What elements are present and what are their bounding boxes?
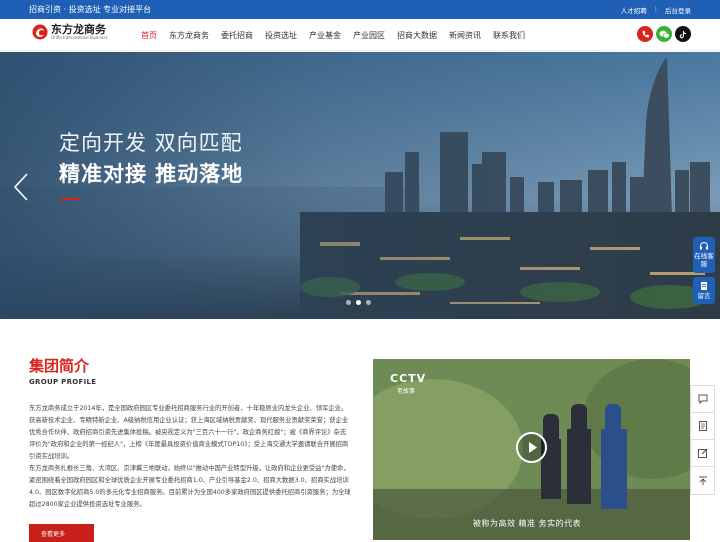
note-icon	[701, 281, 707, 290]
back-to-top-icon[interactable]	[691, 467, 714, 494]
main-nav: 东方龙商务 Oriflo International Business 首页 东…	[0, 19, 720, 51]
top-bar: 招商引资 · 投资选址 专业对接平台 人才招聘 | 后台登录	[0, 0, 720, 19]
hero-accent-line	[60, 198, 81, 200]
hero-headline-1: 定向开发 双向匹配	[59, 131, 243, 155]
top-link-separator: |	[654, 4, 657, 13]
side-toolbar	[690, 385, 715, 495]
video-caption: 被称为高效 精准 务实的代表	[473, 519, 582, 528]
nav-item-news[interactable]: 新闻资讯	[449, 19, 481, 51]
play-icon[interactable]	[516, 432, 547, 463]
carousel-dot[interactable]	[366, 300, 371, 305]
carousel-dots	[346, 300, 371, 305]
view-more-button[interactable]: 查看更多	[29, 524, 94, 542]
hero-headline-2: 精准对接 推动落地	[59, 162, 244, 186]
top-slogan: 招商引资 · 投资选址 专业对接平台	[29, 5, 152, 14]
nav-menu: 首页 东方龙商务 委托招商 投资选址 产业基金 产业园区 招商大数据 新闻资讯 …	[141, 19, 537, 51]
careers-link[interactable]: 人才招聘	[621, 5, 647, 15]
online-service-button[interactable]: 在线客服	[693, 237, 715, 273]
nav-item-big-data[interactable]: 招商大数据	[397, 19, 437, 51]
dragon-logo-icon	[32, 24, 48, 40]
nav-item-industrial-park[interactable]: 产业园区	[353, 19, 385, 51]
online-service-label: 在线客服	[694, 252, 714, 268]
message-button[interactable]: 留言	[693, 276, 715, 305]
cctv-brand: CCTV	[390, 372, 427, 385]
floating-service-panel: 在线客服 留言	[693, 237, 715, 305]
wechat-icon[interactable]	[656, 26, 672, 42]
hero-banner[interactable]: 定向开发 双向匹配 精准对接 推动落地	[0, 52, 720, 319]
profile-paragraph-1: 东方龙商务成立于2014年，是全国政府园区专业委托招商服务行业的开创者，十年稳居…	[29, 405, 349, 460]
phone-icon[interactable]	[637, 26, 653, 42]
nav-item-home[interactable]: 首页	[141, 19, 157, 51]
profile-title-cn: 集团简介	[29, 357, 90, 375]
message-icon[interactable]	[691, 386, 714, 413]
nav-item-entrusted-investment[interactable]: 委托招商	[221, 19, 253, 51]
promo-video[interactable]: CCTV 老故事 被称为高效 精准 务实的代表	[373, 359, 690, 540]
group-profile-section: 集团简介 GROUP PROFILE 东方龙商务成立于2014年，是全国政府园区…	[29, 355, 359, 508]
social-icons	[637, 26, 691, 42]
document-icon[interactable]	[691, 413, 714, 440]
nav-item-company[interactable]: 东方龙商务	[169, 19, 209, 51]
chevron-left-icon[interactable]	[12, 172, 30, 202]
headset-icon	[700, 241, 708, 250]
tiktok-icon[interactable]	[675, 26, 691, 42]
profile-paragraph-2: 东方龙商务扎根长三角、大湾区、京津冀三地联动，始终以"推动中国产业转型升级，让政…	[29, 465, 351, 508]
cctv-program: 老故事	[397, 388, 416, 395]
nav-item-contact[interactable]: 联系我们	[493, 19, 525, 51]
top-links: 人才招聘 | 后台登录	[621, 5, 691, 15]
edit-icon[interactable]	[691, 440, 714, 467]
logo[interactable]: 东方龙商务 Oriflo International Business	[32, 24, 108, 40]
logo-name-cn: 东方龙商务	[51, 23, 106, 36]
profile-title-en: GROUP PROFILE	[29, 378, 97, 386]
nav-item-industry-fund[interactable]: 产业基金	[309, 19, 341, 51]
nav-item-site-selection[interactable]: 投资选址	[265, 19, 297, 51]
logo-name-en: Oriflo International Business	[51, 35, 108, 40]
carousel-dot-active[interactable]	[356, 300, 361, 305]
admin-login-link[interactable]: 后台登录	[665, 5, 691, 15]
message-label: 留言	[697, 291, 711, 300]
carousel-dot[interactable]	[346, 300, 351, 305]
